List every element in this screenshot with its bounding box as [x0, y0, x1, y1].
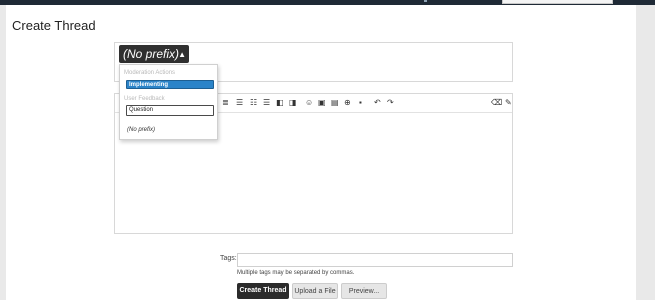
smilies-icon[interactable]: ☺ [305, 98, 313, 108]
media-icon[interactable]: ▤ [331, 98, 339, 108]
page-title: Create Thread [12, 18, 96, 33]
tags-hint: Multiple tags may be separated by commas… [237, 270, 355, 276]
prefix-option-none[interactable]: (No prefix) [127, 127, 155, 133]
create-thread-button[interactable]: Create Thread [237, 283, 289, 299]
outdent-icon[interactable]: ◧ [276, 98, 284, 108]
insert-icon[interactable]: ⊕ [344, 98, 351, 108]
bulleted-list-icon[interactable]: ☷ [250, 98, 257, 108]
prefix-option-question[interactable]: Question [126, 105, 214, 116]
undo-icon[interactable]: ↶ [374, 98, 381, 108]
align-justify-icon[interactable]: ≣ [222, 98, 229, 108]
save-draft-icon[interactable]: ▪ [359, 98, 362, 108]
tags-label: Tags: [220, 255, 237, 262]
search-input[interactable] [502, 0, 613, 4]
remove-formatting-icon[interactable]: ⌫ [491, 98, 502, 108]
prefix-group-label: User Feedback [124, 96, 165, 102]
tags-input[interactable] [237, 253, 513, 267]
numbered-list-icon[interactable]: ☰ [263, 98, 270, 108]
redo-icon[interactable]: ↷ [387, 98, 394, 108]
prefix-dropdown-menu: Moderation Actions Implementing User Fee… [119, 64, 218, 140]
prefix-option-label: Question [129, 107, 154, 113]
indent-icon[interactable]: ◨ [289, 98, 297, 108]
prefix-option-label: Implementing [129, 82, 169, 88]
preview-button[interactable]: Preview... [341, 283, 387, 299]
wrench-icon[interactable]: ✎ [505, 98, 512, 108]
nav-indicator [424, 0, 427, 2]
prefix-option-implementing[interactable]: Implementing [126, 80, 214, 89]
align-left-icon[interactable]: ☰ [236, 98, 243, 108]
prefix-selected-label: (No prefix) [123, 47, 180, 61]
prefix-select-button[interactable]: (No prefix) ▲ [119, 45, 189, 63]
prefix-group-label: Moderation Actions [124, 70, 176, 76]
image-icon[interactable]: ▣ [318, 98, 326, 108]
caret-up-icon: ▲ [178, 50, 186, 59]
upload-file-button[interactable]: Upload a File [292, 283, 338, 299]
